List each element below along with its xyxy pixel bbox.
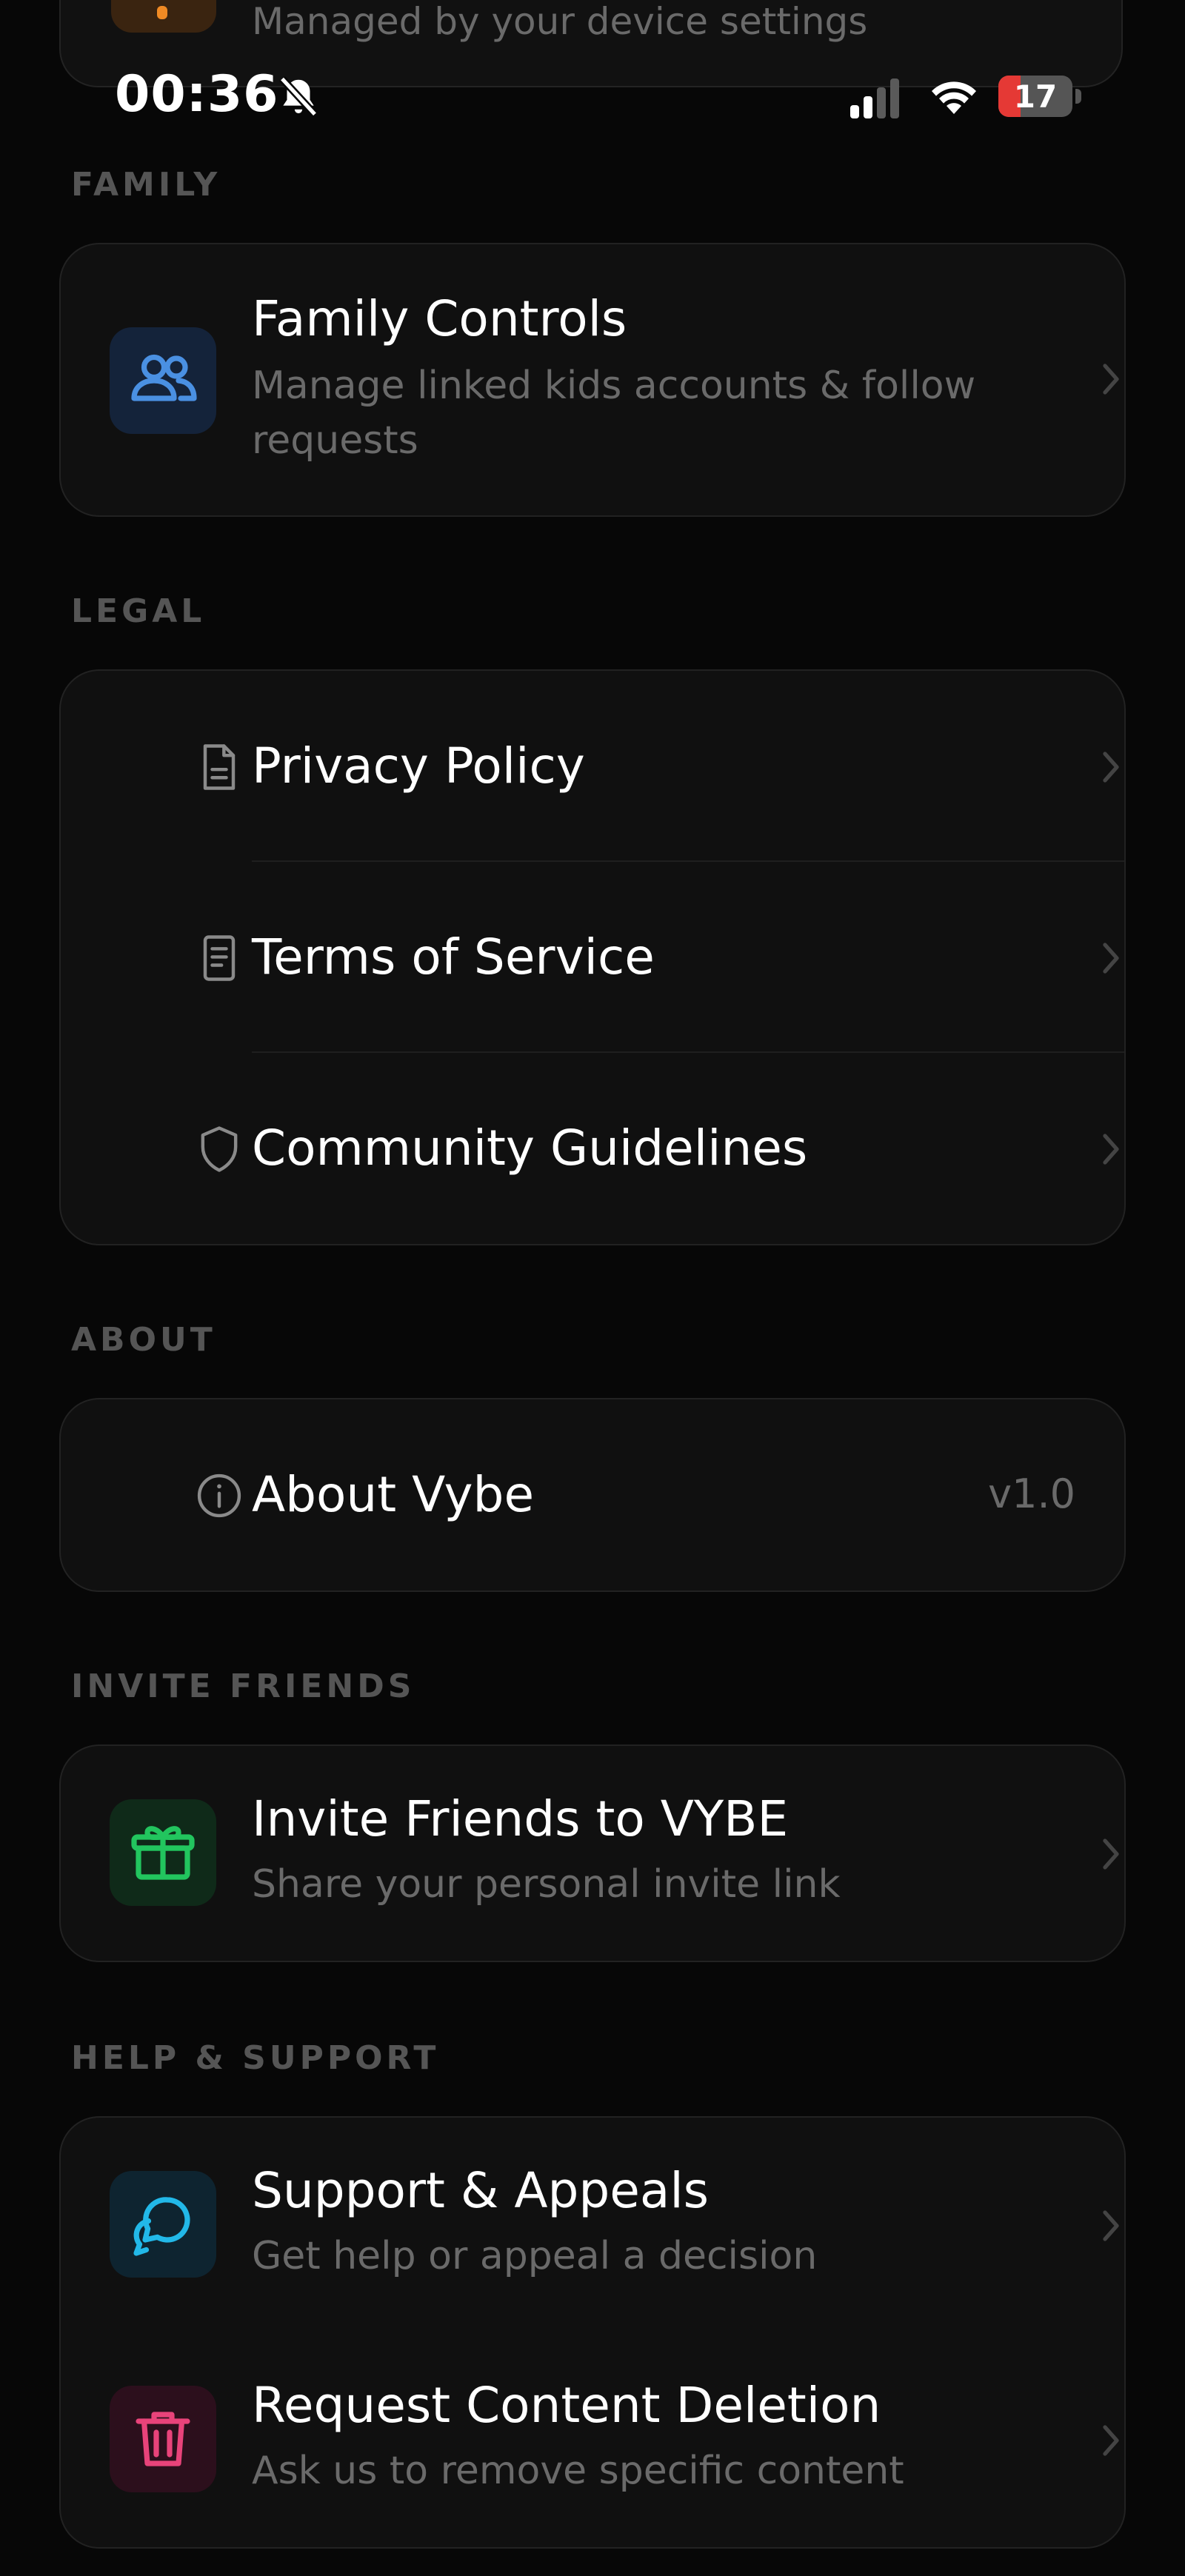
section-title-legal: LEGAL: [71, 592, 206, 630]
chat-bubbles-icon: [110, 2171, 216, 2278]
row-community-guidelines[interactable]: Community Guidelines: [61, 1053, 1124, 1244]
about-card: About Vybe v1.0: [59, 1398, 1126, 1592]
people-icon: [110, 327, 216, 434]
page-icon: [191, 930, 247, 986]
gift-icon: [110, 1799, 216, 1906]
chevron-right-icon: [1096, 937, 1124, 979]
row-title: Terms of Service: [252, 929, 655, 986]
status-time: 00:36: [115, 65, 279, 124]
wifi-icon: [927, 76, 981, 118]
family-card: Family Controls Manage linked kids accou…: [59, 243, 1126, 517]
row-title: Family Controls: [252, 290, 627, 347]
chevron-right-icon: [1096, 2420, 1124, 2461]
chevron-right-icon: [1096, 1833, 1124, 1875]
shield-icon: [191, 1121, 247, 1177]
invite-card: Invite Friends to VYBE Share your person…: [59, 1744, 1126, 1962]
row-family-controls[interactable]: Family Controls Manage linked kids accou…: [61, 244, 1124, 515]
trash-icon: [110, 2386, 216, 2492]
chevron-right-icon: [1096, 746, 1124, 788]
row-support-appeals[interactable]: Support & Appeals Get help or appeal a d…: [61, 2118, 1124, 2332]
row-title: Privacy Policy: [252, 737, 585, 794]
help-support-card: Support & Appeals Get help or appeal a d…: [59, 2116, 1126, 2549]
device-settings-icon: [111, 0, 216, 33]
row-title: Support & Appeals: [252, 2162, 710, 2219]
bell-off-icon: [276, 74, 321, 120]
device-settings-subtitle: Managed by your device settings: [252, 0, 868, 43]
legal-card: Privacy Policy Terms of Service Communit…: [59, 669, 1126, 1245]
section-title-about: ABOUT: [71, 1321, 216, 1359]
row-subtitle: Manage linked kids accounts & follow req…: [252, 364, 976, 463]
battery-level: 17: [1013, 78, 1058, 115]
status-bar: 00:36 17: [0, 59, 1185, 133]
row-request-content-deletion[interactable]: Request Content Deletion Ask us to remov…: [61, 2332, 1124, 2547]
chevron-right-icon: [1096, 1128, 1124, 1170]
row-terms-of-service[interactable]: Terms of Service: [61, 862, 1124, 1053]
cellular-signal-icon: [847, 76, 907, 120]
version-label: v1.0: [988, 1471, 1075, 1517]
row-subtitle: Share your personal invite link: [252, 1862, 841, 1907]
row-subtitle: Ask us to remove specific content: [252, 2449, 904, 2493]
document-icon: [191, 739, 247, 795]
battery-indicator: 17: [998, 76, 1081, 118]
row-privacy-policy[interactable]: Privacy Policy: [61, 671, 1124, 862]
section-title-family: FAMILY: [71, 166, 221, 204]
chevron-right-icon: [1096, 2205, 1124, 2247]
chevron-right-icon: [1096, 358, 1124, 400]
row-title: Community Guidelines: [252, 1120, 808, 1177]
section-title-invite-friends: INVITE FRIENDS: [71, 1667, 415, 1705]
row-title: Request Content Deletion: [252, 2377, 881, 2434]
section-title-help-support: HELP & SUPPORT: [71, 2039, 440, 2077]
row-subtitle: Get help or appeal a decision: [252, 2234, 818, 2278]
row-title: Invite Friends to VYBE: [252, 1790, 789, 1847]
row-invite-friends[interactable]: Invite Friends to VYBE Share your person…: [61, 1746, 1124, 1961]
row-about-vybe[interactable]: About Vybe v1.0: [61, 1399, 1124, 1590]
info-icon: [191, 1468, 247, 1524]
row-title: About Vybe: [252, 1466, 535, 1523]
